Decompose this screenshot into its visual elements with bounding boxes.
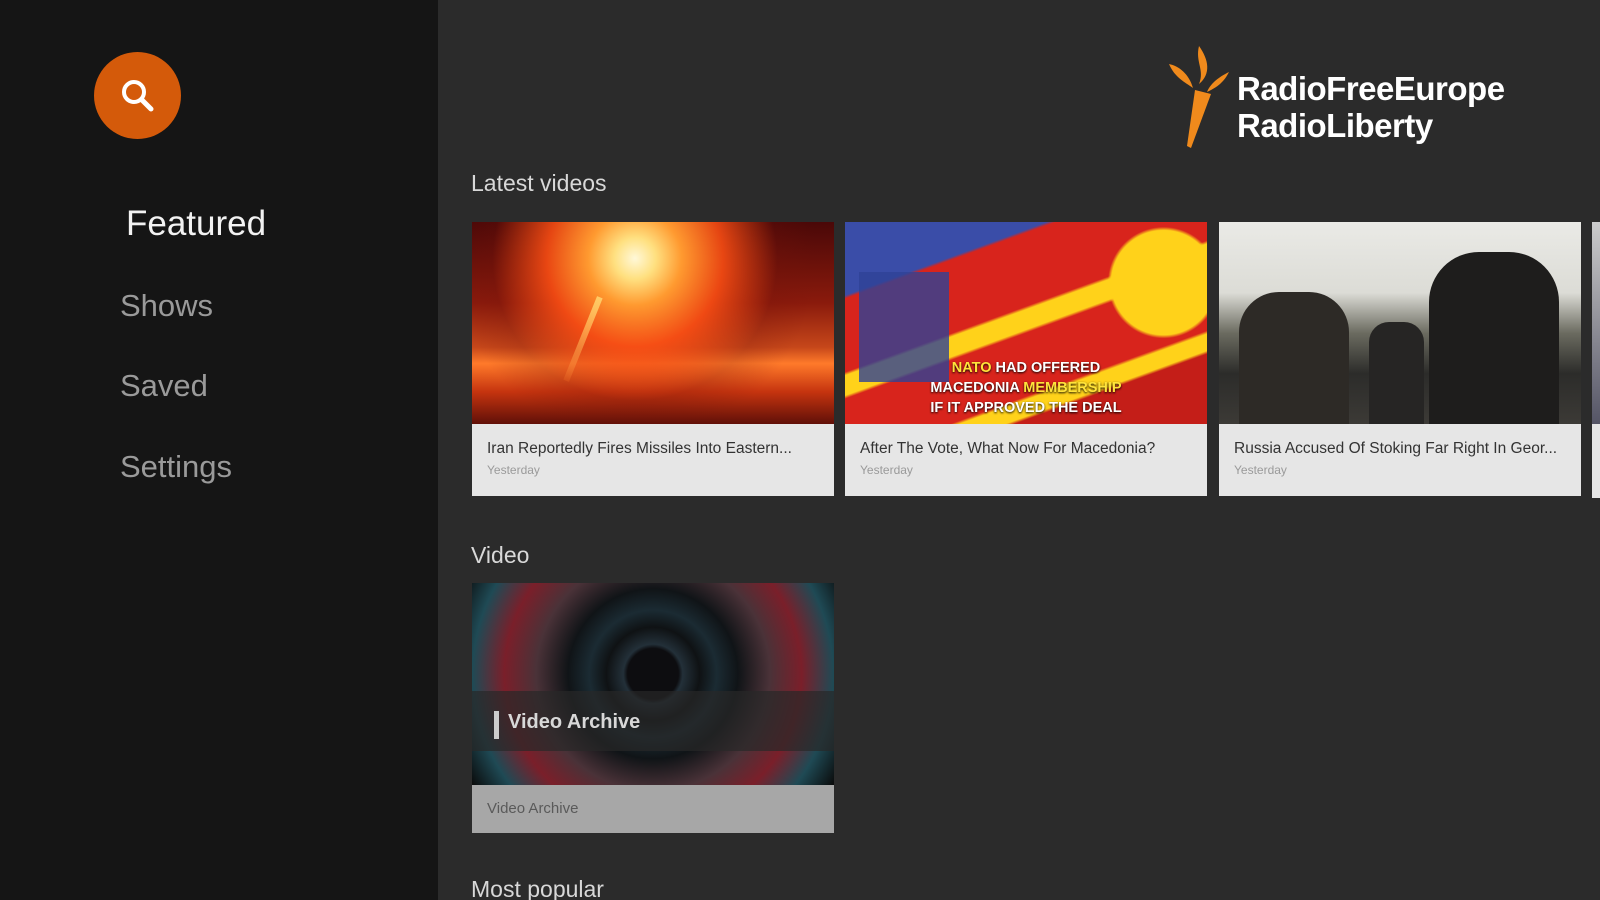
main-content: RadioFreeEurope RadioLiberty Latest vide…: [438, 0, 1600, 900]
search-icon: [121, 79, 153, 111]
video-thumbnail: [1219, 222, 1581, 424]
video-title: Russia Accused Of Stoking Far Right In G…: [1234, 440, 1558, 457]
logo-line-1: RadioFreeEurope: [1237, 70, 1505, 107]
video-title: After The Vote, What Now For Macedonia?: [860, 440, 1156, 457]
video-date: Yesterday: [860, 463, 913, 477]
app-root: Featured Shows Saved Settings RadioFreeE…: [0, 0, 1600, 900]
video-thumbnail: Video Archive: [472, 583, 834, 785]
video-card[interactable]: NATO HAD OFFERED MACEDONIA MEMBERSHIP IF…: [845, 222, 1207, 496]
video-card[interactable]: Russia Accused Of Stoking Far Right In G…: [1219, 222, 1581, 496]
video-date: Yesterday: [487, 463, 540, 477]
thumbnail-caption: NATO HAD OFFERED MACEDONIA MEMBERSHIP IF…: [930, 360, 1122, 416]
thumbnail-caption: Video Archive: [508, 711, 641, 733]
logo-line-2: RadioLiberty: [1237, 107, 1433, 144]
search-button[interactable]: [94, 52, 181, 139]
video-thumbnail: [472, 222, 834, 424]
video-thumbnail: NATO HAD OFFERED MACEDONIA MEMBERSHIP IF…: [845, 222, 1207, 424]
video-title: Iran Reportedly Fires Missiles Into East…: [487, 440, 792, 457]
video-title: Video Archive: [487, 800, 579, 817]
video-card-partial[interactable]: [1592, 222, 1600, 498]
nav-item-shows[interactable]: Shows: [120, 288, 213, 324]
nav-item-saved[interactable]: Saved: [120, 368, 208, 404]
video-date: Yesterday: [1234, 463, 1287, 477]
logo-text: RadioFreeEurope RadioLiberty: [1237, 70, 1505, 144]
sidebar: Featured Shows Saved Settings: [0, 0, 438, 900]
section-title-popular: Most popular: [471, 876, 604, 900]
video-card[interactable]: Video Archive Video Archive: [472, 583, 834, 833]
torch-logo-icon: [1169, 46, 1229, 148]
nav-item-featured[interactable]: Featured: [126, 204, 266, 244]
rferl-logo: RadioFreeEurope RadioLiberty: [1165, 44, 1525, 152]
video-card[interactable]: Iran Reportedly Fires Missiles Into East…: [472, 222, 834, 496]
section-title-video: Video: [471, 542, 530, 568]
nav-item-settings[interactable]: Settings: [120, 449, 232, 485]
section-title-latest: Latest videos: [471, 170, 607, 196]
